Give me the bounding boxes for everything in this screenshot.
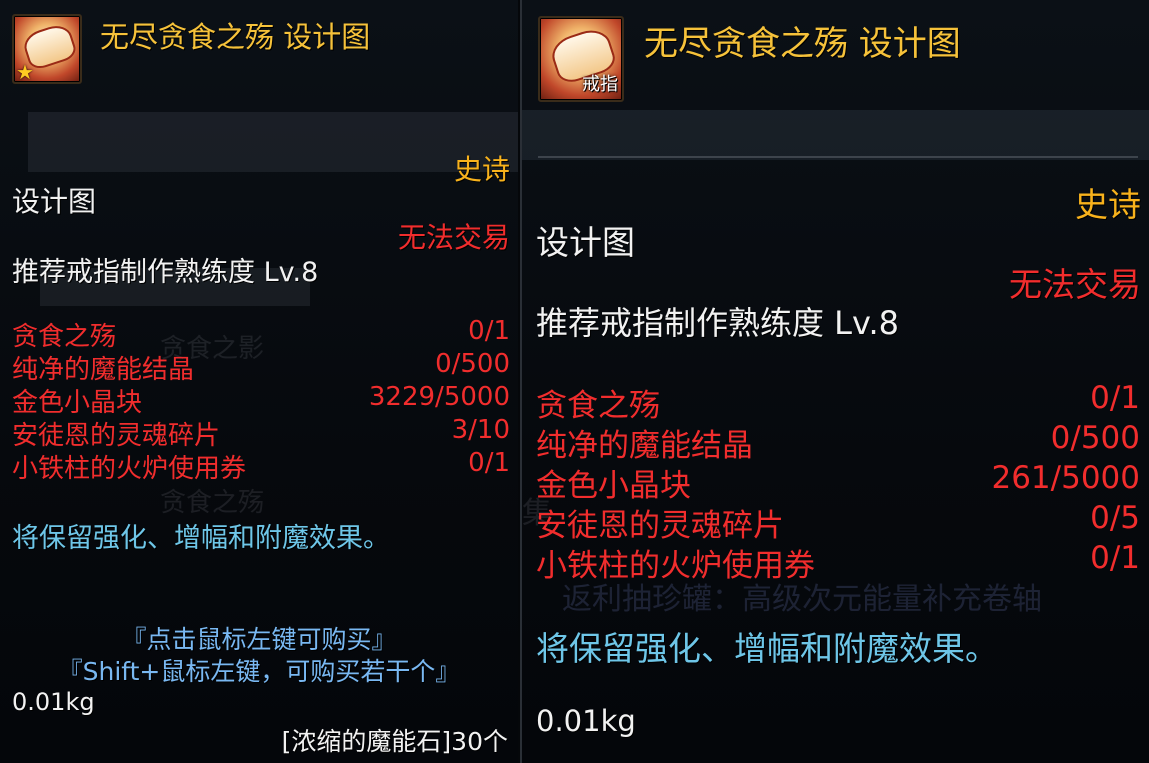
recommend-proficiency: 推荐戒指制作熟练度 Lv.8 [536, 304, 899, 342]
material-name: 小铁柱的火炉使用券 [536, 548, 815, 584]
material-name: 金色小晶块 [12, 388, 143, 418]
material-row: 安徒恩的灵魂碎片 3/10 [12, 415, 510, 451]
item-price: [浓缩的魔能石]30个 [281, 727, 508, 756]
trade-status: 无法交易 [1009, 265, 1141, 304]
material-count: 0/500 [435, 349, 510, 379]
material-name: 纯净的魔能结晶 [536, 428, 753, 464]
material-row: 金色小晶块 3229/5000 [12, 382, 510, 418]
material-count: 0/1 [468, 448, 510, 478]
material-count: 0/1 [1090, 380, 1140, 416]
material-count: 261/5000 [991, 460, 1140, 496]
material-row: 贪食之殇 0/1 [536, 380, 1140, 424]
recommend-proficiency: 推荐戒指制作熟练度 Lv.8 [12, 257, 319, 288]
material-name: 金色小晶块 [536, 468, 691, 504]
material-row: 安徒恩的灵魂碎片 0/5 [536, 500, 1140, 544]
blueprint-icon: ★ [12, 14, 82, 84]
material-name: 纯净的魔能结晶 [12, 355, 195, 385]
material-row: 金色小晶块 261/5000 [536, 460, 1140, 504]
star-icon: ★ [16, 60, 34, 84]
trade-status: 无法交易 [397, 221, 510, 254]
buy-hint-shift: 『Shift+鼠标左键，可购买若干个』 [57, 657, 461, 686]
material-count: 3229/5000 [368, 382, 510, 412]
materials-list: 贪食之殇 0/1 纯净的魔能结晶 0/500 金色小晶块 261/5000 安徒… [536, 380, 1140, 584]
rarity-label: 史诗 [453, 153, 510, 186]
item-weight: 0.01kg [12, 688, 95, 716]
material-row: 纯净的魔能结晶 0/500 [536, 420, 1140, 464]
item-type: 设计图 [536, 223, 635, 262]
item-type: 设计图 [12, 185, 97, 218]
item-tooltip-right: 集 返利抽珍罐：高级次元能量补充卷轴 戒指 无尽贪食之殇 设计图 史诗 设计图 … [520, 0, 1149, 763]
material-row: 小铁柱的火炉使用券 0/1 [536, 540, 1140, 584]
background-text: 贪食之殇 [160, 488, 265, 518]
material-row: 贪食之殇 0/1 [12, 316, 510, 352]
material-count: 0/5 [1090, 500, 1140, 536]
background-shop-bar [522, 110, 1149, 160]
material-count: 3/10 [451, 415, 510, 445]
material-row: 小铁柱的火炉使用券 0/1 [12, 448, 510, 484]
item-title: 无尽贪食之殇 设计图 [100, 20, 371, 54]
item-weight: 0.01kg [536, 704, 636, 738]
material-name: 安徒恩的灵魂碎片 [536, 508, 784, 544]
material-name: 贪食之殇 [536, 388, 660, 424]
material-row: 纯净的魔能结晶 0/500 [12, 349, 510, 385]
material-count: 0/1 [468, 316, 510, 346]
retain-effects-note: 将保留强化、增幅和附魔效果。 [12, 523, 390, 554]
header-divider [538, 156, 1138, 158]
material-name: 安徒恩的灵魂碎片 [12, 421, 221, 451]
material-count: 0/500 [1050, 420, 1140, 456]
item-tooltip-left: 贪食之影 贪食之殇 ★ 无尽贪食之殇 设计图 史诗 设计图 无法交易 推荐戒指制… [0, 0, 518, 763]
material-count: 0/1 [1090, 540, 1140, 576]
retain-effects-note: 将保留强化、增幅和附魔效果。 [536, 629, 998, 668]
material-name: 小铁柱的火炉使用券 [12, 454, 247, 484]
buy-hint-click: 『点击鼠标左键可购买』 [121, 625, 397, 654]
ring-tag: 戒指 [582, 74, 618, 95]
background-shop-bar [28, 112, 518, 172]
blueprint-ring-icon: 戒指 [538, 16, 624, 102]
item-title: 无尽贪食之殇 设计图 [644, 24, 961, 64]
materials-list: 贪食之殇 0/1 纯净的魔能结晶 0/500 金色小晶块 3229/5000 安… [12, 316, 510, 484]
material-name: 贪食之殇 [12, 322, 117, 352]
rarity-label: 史诗 [1075, 185, 1141, 224]
